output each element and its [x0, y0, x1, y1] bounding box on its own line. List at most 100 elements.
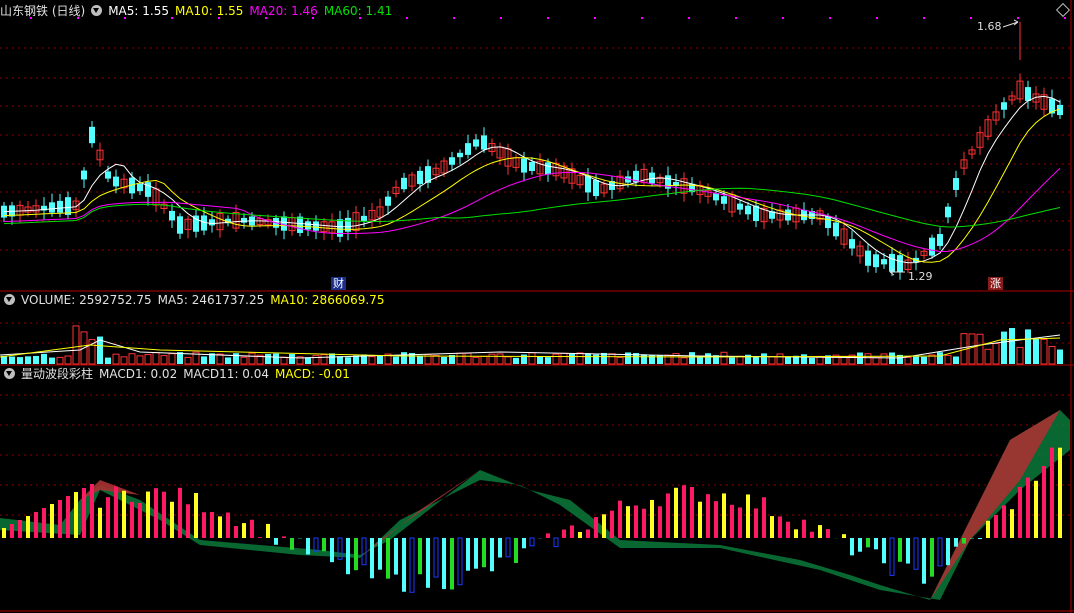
- candle-down: [953, 178, 959, 190]
- volume-bar-up: [560, 352, 568, 365]
- volume-bar-down: [937, 352, 943, 364]
- indicator-bar-positive: [106, 497, 110, 538]
- candle-down: [57, 200, 63, 213]
- volume-bar-up: [240, 356, 248, 365]
- high-price-label: 1.68: [977, 20, 1002, 33]
- volume-bar-up: [120, 356, 128, 365]
- candle-down: [313, 221, 319, 231]
- volume-bar-up: [248, 352, 256, 365]
- ma10-label: MA10: 1.55: [174, 4, 244, 18]
- volume-bar-up: [480, 355, 488, 365]
- volume-bar-up: [904, 356, 912, 365]
- indicator-bar-negative: [402, 538, 406, 592]
- indicator-bar-positive: [658, 506, 662, 538]
- indicator-bar-negative: [850, 538, 854, 556]
- indicator-bar-negative: [386, 538, 390, 579]
- volume-bar-down: [641, 354, 647, 364]
- volume-bar-down: [785, 356, 791, 364]
- ma5-line: [3, 95, 1061, 264]
- indicator-bar-negative: [466, 538, 470, 571]
- marker-dot: [406, 17, 408, 19]
- ma20-label: MA20: 1.46: [249, 4, 318, 18]
- indicator-bar-positive: [130, 501, 134, 538]
- indicator-bar-positive: [186, 504, 190, 538]
- indicator-bar-positive: [122, 490, 126, 538]
- indicator-bar-negative: [514, 538, 518, 563]
- dropdown-circle-icon[interactable]: [4, 368, 15, 379]
- volume-bar-down: [913, 356, 919, 364]
- indicator-bar-positive: [714, 501, 718, 538]
- indicator-bar-positive: [154, 488, 158, 538]
- indicator-bar-positive: [650, 499, 654, 538]
- candle-down: [889, 253, 895, 272]
- dropdown-circle-icon[interactable]: [4, 294, 15, 305]
- volume-bar-up: [488, 353, 496, 365]
- marker-dot: [1064, 17, 1066, 19]
- volume-bar-up: [112, 353, 120, 365]
- volume-bar-down: [9, 356, 15, 364]
- indicator-bar-positive: [986, 520, 990, 538]
- indicator-bar-negative: [490, 538, 494, 572]
- indicator-bar-negative: [450, 538, 454, 590]
- indicator-bar-positive: [74, 492, 78, 538]
- volume-bar-down: [545, 357, 551, 364]
- indicator-bar-positive: [1002, 505, 1006, 538]
- volume-bar-down: [801, 354, 807, 364]
- indicator-bar-negative: [330, 538, 334, 563]
- event-tag-rise[interactable]: 涨: [988, 277, 1003, 290]
- indicator-bar-positive: [594, 517, 598, 538]
- ma5-label: MA5: 1.55: [108, 4, 169, 18]
- ma10-line: [3, 108, 1061, 263]
- volume-bar-up: [768, 356, 776, 365]
- indicator-bar-negative: [313, 537, 319, 552]
- indicator-bar-negative: [457, 537, 463, 586]
- indicator-bar-negative: [937, 537, 943, 567]
- indicator-bar-positive: [114, 486, 118, 538]
- volume-bar-down: [33, 355, 39, 364]
- indicator-bar-positive: [210, 511, 214, 538]
- volume-bar-up: [432, 354, 440, 365]
- candle-down: [897, 255, 903, 273]
- ma20-line: [3, 167, 1061, 252]
- volume-bar-down: [753, 356, 759, 364]
- indicator-bar-negative: [505, 537, 511, 558]
- candle-down: [521, 158, 527, 173]
- candle-down: [545, 162, 551, 175]
- candle-down: [457, 152, 463, 158]
- volume-bar-up: [72, 325, 80, 365]
- indicator-header: 量动波段彩柱 MACD1: 0.02 MACD11: 0.04 MACD: -0.01: [0, 366, 356, 382]
- candle-down: [833, 222, 839, 237]
- volume-bar-up: [720, 351, 728, 365]
- volume-bar-down: [857, 352, 863, 364]
- indicator-bar-positive: [770, 516, 774, 538]
- candle-down: [385, 196, 391, 206]
- volume-bar-down: [377, 355, 383, 364]
- candle-down: [361, 215, 367, 221]
- volume-ma5-label: MA5: 2461737.25: [157, 293, 265, 307]
- candle-down: [49, 202, 55, 213]
- event-tag-finance[interactable]: 财: [331, 277, 346, 290]
- volume-bar-up: [992, 343, 1000, 365]
- low-price-label: 1.29: [908, 270, 933, 283]
- volume-bar-up: [168, 353, 176, 365]
- indicator-band-green: [0, 410, 1070, 600]
- volume-bar-up: [64, 355, 72, 365]
- indicator-bar-negative: [882, 538, 886, 564]
- indicator-bar-positive: [690, 487, 694, 538]
- indicator-bar-positive: [42, 508, 46, 538]
- candle-down: [337, 219, 343, 237]
- indicator-bar-negative: [426, 538, 430, 588]
- candle-down: [465, 143, 471, 155]
- indicator-bar-positive: [578, 531, 582, 538]
- indicator-bar-positive: [706, 494, 710, 538]
- indicator-bar-negative: [409, 537, 415, 593]
- volume-bar-up: [976, 333, 984, 365]
- indicator-bar-positive: [90, 484, 94, 538]
- high-arrow: [1002, 19, 1019, 28]
- volume-bar-down: [1001, 331, 1007, 364]
- indicator-bar-positive: [26, 516, 30, 538]
- dropdown-circle-icon[interactable]: [91, 5, 103, 16]
- indicator-bar-negative: [361, 537, 367, 566]
- indicator-bar-positive: [842, 534, 846, 538]
- volume-bar-up: [312, 354, 320, 365]
